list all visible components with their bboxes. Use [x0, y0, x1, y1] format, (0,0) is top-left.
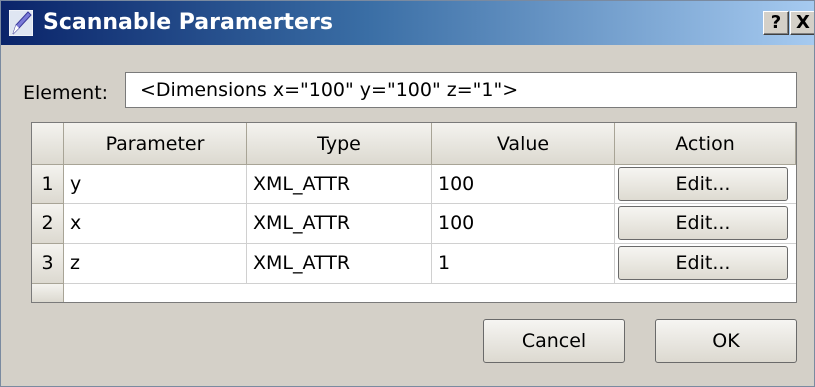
- table-corner: [32, 123, 64, 165]
- parameter-cell[interactable]: z: [64, 244, 247, 284]
- close-button[interactable]: X: [790, 11, 814, 35]
- type-cell[interactable]: XML_ATTR: [247, 165, 432, 204]
- dialog-window: Scannable Paramerters ? X Element: <Dime…: [0, 0, 815, 387]
- column-header-value[interactable]: Value: [432, 123, 615, 165]
- app-pen-icon: [9, 10, 33, 36]
- action-cell: Edit...: [615, 244, 796, 284]
- edit-button[interactable]: Edit...: [618, 246, 788, 280]
- value-cell[interactable]: 100: [432, 165, 615, 204]
- row-number[interactable]: 3: [32, 244, 64, 284]
- type-cell[interactable]: XML_ATTR: [247, 244, 432, 284]
- type-cell[interactable]: XML_ATTR: [247, 204, 432, 244]
- row-number[interactable]: 2: [32, 204, 64, 244]
- value-cell[interactable]: 100: [432, 204, 615, 244]
- row-number[interactable]: 1: [32, 165, 64, 204]
- help-button[interactable]: ?: [763, 11, 789, 35]
- edit-button[interactable]: Edit...: [618, 167, 788, 201]
- edit-button[interactable]: Edit...: [618, 206, 788, 240]
- element-field[interactable]: <Dimensions x="100" y="100" z="1">: [125, 72, 797, 108]
- column-header-parameter[interactable]: Parameter: [64, 123, 247, 165]
- ok-button[interactable]: OK: [655, 319, 797, 363]
- empty-row-header: [32, 284, 64, 302]
- value-cell[interactable]: 1: [432, 244, 615, 284]
- element-label: Element:: [23, 82, 109, 104]
- parameter-cell[interactable]: x: [64, 204, 247, 244]
- window-title: Scannable Paramerters: [43, 10, 333, 35]
- column-header-action[interactable]: Action: [615, 123, 796, 165]
- action-cell: Edit...: [615, 204, 796, 244]
- parameters-table: Parameter Type Value Action 1 y XML_ATTR…: [31, 122, 797, 303]
- column-header-type[interactable]: Type: [247, 123, 432, 165]
- action-cell: Edit...: [615, 165, 796, 204]
- cancel-button[interactable]: Cancel: [483, 319, 625, 363]
- parameter-cell[interactable]: y: [64, 165, 247, 204]
- title-bar[interactable]: Scannable Paramerters ? X: [1, 1, 814, 45]
